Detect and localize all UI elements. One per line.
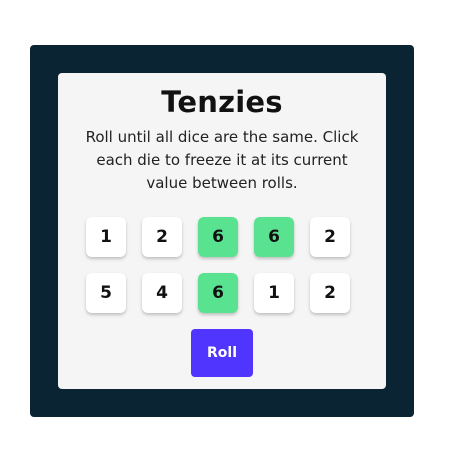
page-title: Tenzies bbox=[161, 85, 283, 119]
die-8[interactable]: 6 bbox=[198, 273, 238, 313]
die-1[interactable]: 1 bbox=[86, 217, 126, 257]
die-5[interactable]: 2 bbox=[310, 217, 350, 257]
die-3[interactable]: 6 bbox=[198, 217, 238, 257]
app-frame: Tenzies Roll until all dice are the same… bbox=[30, 45, 414, 417]
die-6[interactable]: 5 bbox=[86, 273, 126, 313]
game-panel: Tenzies Roll until all dice are the same… bbox=[58, 73, 386, 389]
die-7[interactable]: 4 bbox=[142, 273, 182, 313]
roll-button[interactable]: Roll bbox=[191, 329, 253, 377]
die-2[interactable]: 2 bbox=[142, 217, 182, 257]
die-9[interactable]: 1 bbox=[254, 273, 294, 313]
instructions-text: Roll until all dice are the same. Click … bbox=[85, 128, 359, 192]
die-10[interactable]: 2 bbox=[310, 273, 350, 313]
dice-grid: 1 2 6 6 2 5 4 6 1 2 bbox=[86, 217, 350, 313]
die-4[interactable]: 6 bbox=[254, 217, 294, 257]
